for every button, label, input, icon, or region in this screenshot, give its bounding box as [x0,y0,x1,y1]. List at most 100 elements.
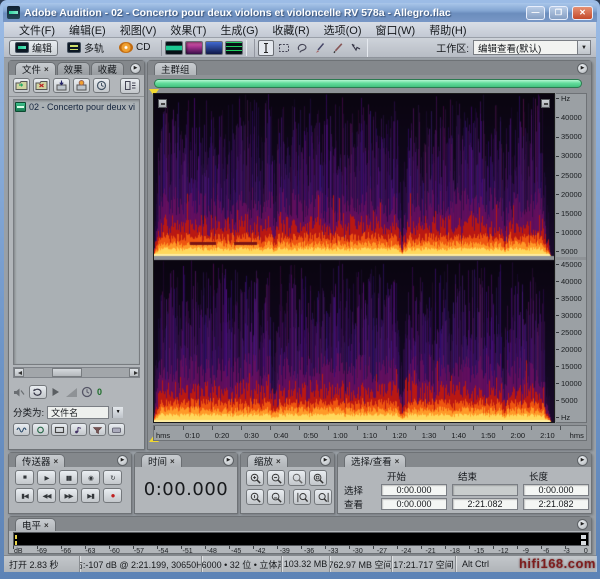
insert-into-cd-button[interactable] [73,78,90,93]
zoom-out-vertical-button[interactable] [267,489,285,505]
spectrogram-canvas[interactable] [154,94,554,422]
preview-mute-icon[interactable] [13,387,25,398]
transport-button[interactable]: ◀◀ [37,488,56,503]
zoom-out-full-button[interactable] [288,470,306,486]
file-list-scrollbar[interactable] [13,367,140,378]
transport-menu-icon[interactable]: ▶ [117,455,128,466]
preview-play-button[interactable] [51,387,60,397]
scrollbar-thumb[interactable] [52,368,82,377]
main-panel-menu-icon[interactable]: ▶ [577,63,588,74]
timeline-ruler[interactable]: hms0:100:200:300:400:501:001:101:201:301… [153,425,587,441]
time-menu-icon[interactable]: ▶ [223,455,234,466]
menu-item[interactable]: 帮助(H) [422,22,473,38]
import-file-button[interactable] [13,78,30,93]
scroll-left-icon[interactable] [14,368,24,377]
sort-dropdown[interactable]: 文件名 [47,406,109,419]
spectral-frequency-view-button[interactable] [185,41,203,55]
transport-button[interactable]: ▶ [37,470,56,485]
waveform-view-button[interactable] [165,41,183,55]
tab-effects[interactable]: 效果 [57,62,90,75]
file-info-button[interactable] [108,423,125,436]
transport-button[interactable]: ■ [15,470,34,485]
zoom-out-horizontal-button[interactable] [267,470,285,486]
tab-selection-view[interactable]: 选择/查看 × [344,454,406,467]
advanced-options-button[interactable] [120,78,140,94]
time-selection-tool[interactable] [258,40,274,56]
tab-transport[interactable]: 传送器 × [15,454,65,467]
scrub-tool[interactable] [348,40,364,56]
insert-into-multitrack-button[interactable] [53,78,70,93]
edit-view-button[interactable]: 编辑 [9,40,58,56]
close-tab-icon[interactable]: × [44,65,49,74]
view-end-field[interactable]: 2:21.082 [452,498,518,510]
selection-end-field[interactable] [452,484,518,496]
minimize-button[interactable]: — [526,6,545,20]
frequency-ruler[interactable]: Hz40000350003000025000200001500010000500… [556,93,587,423]
transport-button[interactable]: ◉ [81,470,100,485]
horizontal-range-bar[interactable] [154,79,582,88]
channel-right-corner-icon[interactable] [541,99,550,108]
sort-chevron-down-icon[interactable]: ▼ [112,407,123,418]
file-list[interactable]: 02 - Concerto pour deux vi [13,99,140,365]
view-start-field[interactable]: 0:00.000 [381,498,447,510]
selection-length-field[interactable]: 0:00.000 [523,484,589,496]
menu-item[interactable]: 选项(O) [317,22,369,38]
panel-menu-icon[interactable]: ▶ [130,63,141,74]
show-midi-files-button[interactable] [70,423,87,436]
zoom-menu-icon[interactable]: ▶ [320,455,331,466]
preview-volume-icon[interactable] [66,388,77,397]
title-bar[interactable]: Adobe Audition - 02 - Concerto pour deux… [3,3,597,22]
spectral-display[interactable] [153,93,555,423]
filter-options-button[interactable] [89,423,106,436]
close-tab-icon[interactable]: × [395,457,400,466]
selection-start-field[interactable]: 0:00.000 [381,484,447,496]
zoom-to-selection-button[interactable] [309,470,327,486]
menu-item[interactable]: 生成(G) [213,22,265,38]
transport-button[interactable]: ↻ [103,470,122,485]
transport-button[interactable]: ▶▶ [59,488,78,503]
preview-loop-button[interactable] [29,385,47,399]
edit-file-button[interactable] [93,78,110,93]
tab-zoom[interactable]: 缩放 × [247,454,288,467]
clip-indicator-right[interactable] [581,541,586,545]
file-list-item[interactable]: 02 - Concerto pour deux vi [14,100,139,114]
levels-menu-icon[interactable]: ▶ [577,519,588,530]
show-video-files-button[interactable] [51,423,68,436]
menu-item[interactable]: 文件(F) [12,22,62,38]
zoom-to-left-edge-button[interactable] [293,489,311,505]
scroll-right-icon[interactable] [129,368,139,377]
cd-view-button[interactable]: CD [113,40,156,56]
chevron-down-icon[interactable]: ▼ [577,41,590,54]
zoom-in-vertical-button[interactable] [246,489,264,505]
effects-paintbrush-tool[interactable] [312,40,328,56]
marquee-selection-tool[interactable] [276,40,292,56]
zoom-to-right-edge-button[interactable] [314,489,332,505]
show-loop-files-button[interactable] [32,423,49,436]
view-length-field[interactable]: 2:21.082 [523,498,589,510]
close-tab-icon[interactable]: × [170,457,175,466]
level-meter[interactable] [13,532,589,546]
workspace-dropdown[interactable]: 编辑查看(默认) ▼ [473,40,591,55]
menu-item[interactable]: 视图(V) [113,22,164,38]
tab-files[interactable]: 文件 × [15,62,56,75]
menu-item[interactable]: 效果(T) [163,22,213,38]
spectral-phase-view-button[interactable] [225,41,243,55]
close-button[interactable]: ✕ [572,6,593,20]
tab-main-group[interactable]: 主群组 [154,62,197,75]
menu-item[interactable]: 窗口(W) [369,22,423,38]
menu-item[interactable]: 收藏(R) [265,22,316,38]
spot-healing-brush-tool[interactable] [330,40,346,56]
clip-indicator-left[interactable] [581,535,586,539]
transport-button[interactable]: ▶▮ [81,488,100,503]
preview-duration-icon[interactable] [81,386,93,398]
zoom-in-horizontal-button[interactable] [246,470,264,486]
close-tab-icon[interactable]: × [276,457,281,466]
transport-button[interactable]: ▮▮ [59,470,78,485]
show-audio-files-button[interactable] [13,423,30,436]
spectral-pan-view-button[interactable] [205,41,223,55]
menu-item[interactable]: 编辑(E) [62,22,113,38]
tab-time[interactable]: 时间 × [141,454,182,467]
tab-levels[interactable]: 电平 × [15,518,56,531]
lasso-selection-tool[interactable] [294,40,310,56]
channel-left-corner-icon[interactable] [158,99,167,108]
